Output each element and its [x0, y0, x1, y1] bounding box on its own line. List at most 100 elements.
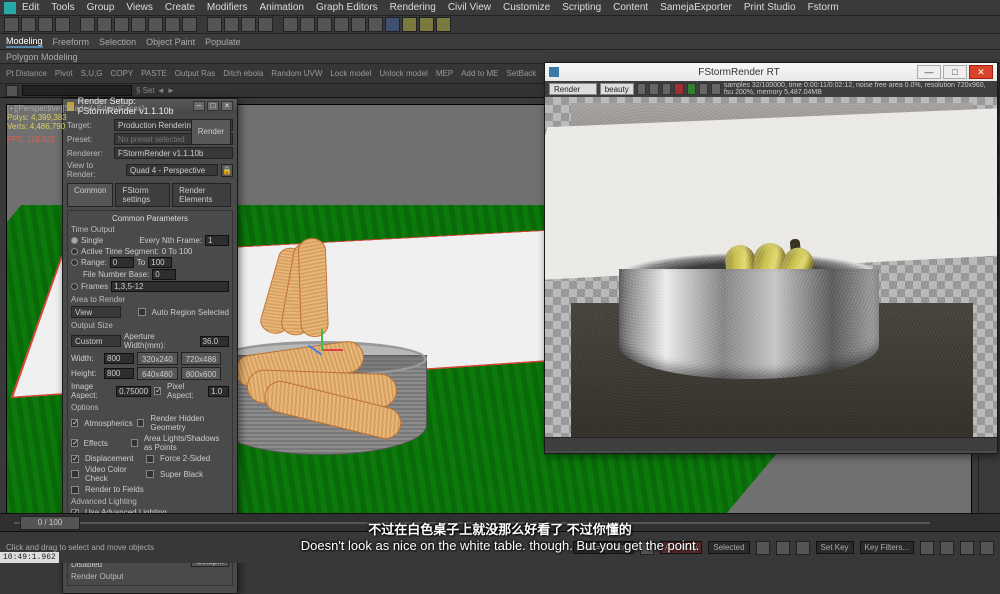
tool-selectname-icon[interactable]	[97, 17, 112, 32]
tool-renderframe-icon[interactable]	[419, 17, 434, 32]
tab-renderelements[interactable]: Render Elements	[172, 183, 231, 207]
preset-320x240[interactable]: 320x240	[137, 352, 178, 365]
ribbon-selection[interactable]: Selection	[99, 37, 136, 47]
tab-fstormsettings[interactable]: FStorm settings	[115, 183, 170, 207]
maximize-button[interactable]: □	[207, 101, 219, 111]
radio-range[interactable]	[71, 259, 78, 266]
tool-rendersetup-icon[interactable]	[402, 17, 417, 32]
vp-pan-icon[interactable]	[920, 541, 934, 555]
radio-frames[interactable]	[71, 283, 78, 290]
menu-modifiers[interactable]: Modifiers	[207, 2, 248, 13]
menu-edit[interactable]: Edit	[22, 2, 39, 13]
range-to-input[interactable]: 100	[148, 257, 172, 268]
tool-material-icon[interactable]	[385, 17, 400, 32]
opt-hiddengeom-check[interactable]	[137, 419, 144, 427]
timeline[interactable]: 0 / 100	[0, 513, 1000, 531]
preset-800x600[interactable]: 800x600	[181, 367, 222, 380]
keyfilters-button[interactable]: Key Filters...	[860, 541, 914, 554]
opt-atmospherics-check[interactable]	[71, 419, 78, 427]
render-button[interactable]: Render	[191, 119, 231, 145]
radio-active[interactable]	[71, 248, 78, 255]
fstorm-titlebar[interactable]: FStormRender RT — □ ✕	[545, 63, 997, 81]
nav-prev-icon[interactable]	[756, 541, 770, 555]
opt-arealights-check[interactable]	[131, 439, 138, 447]
outputsize-dropdown[interactable]: Custom	[71, 335, 121, 347]
opt-effects-check[interactable]	[71, 439, 78, 447]
vp-maximize-icon[interactable]	[980, 541, 994, 555]
vp-zoom-icon[interactable]	[940, 541, 954, 555]
fstorm-viewport[interactable]	[545, 97, 997, 437]
tool-mirror-icon[interactable]	[300, 17, 315, 32]
menu-scripting[interactable]: Scripting	[562, 2, 601, 13]
ribbon-objectpaint[interactable]: Object Paint	[146, 37, 195, 47]
fstorm-lock-icon[interactable]	[711, 83, 720, 95]
fstorm-minimize-button[interactable]: —	[917, 65, 941, 79]
tool-spinner-icon[interactable]	[258, 17, 273, 32]
selection-set-dropdown[interactable]	[22, 85, 132, 96]
timeline-track[interactable]	[14, 522, 930, 524]
tool-unlink-icon[interactable]	[55, 17, 70, 32]
ct-ptdistance[interactable]: Pt Distance	[6, 69, 47, 78]
ct-mep[interactable]: MEP	[436, 69, 453, 78]
nav-play-icon[interactable]	[776, 541, 790, 555]
ct-paste[interactable]: PASTE	[141, 69, 167, 78]
preset-720x486[interactable]: 720x486	[181, 352, 222, 365]
menu-semejaexporter[interactable]: SamejaExporter	[660, 2, 732, 13]
tool-move-icon[interactable]	[131, 17, 146, 32]
tool-refcoord-icon[interactable]	[182, 17, 197, 32]
aperture-input[interactable]: 36.0	[200, 336, 229, 347]
nav-next-icon[interactable]	[796, 541, 810, 555]
fstorm-copy-icon[interactable]	[649, 83, 658, 95]
fstorm-stop-icon[interactable]	[674, 83, 683, 95]
vp-orbit-icon[interactable]	[960, 541, 974, 555]
fstorm-region-icon[interactable]	[699, 83, 708, 95]
tool-redo-icon[interactable]	[21, 17, 36, 32]
tool-angle-icon[interactable]	[224, 17, 239, 32]
lock-view-button[interactable]: 🔒	[221, 164, 233, 177]
opt-superblack-check[interactable]	[146, 470, 154, 478]
ct-unlockmodel[interactable]: Unlock model	[379, 69, 427, 78]
ct-addtome[interactable]: Add to ME	[461, 69, 498, 78]
gizmo-x-axis[interactable]	[321, 349, 343, 351]
gizmo-y-axis[interactable]	[321, 329, 323, 351]
tool-layers-icon[interactable]	[334, 17, 349, 32]
close-button[interactable]: ×	[221, 101, 233, 111]
ss-icon[interactable]	[6, 85, 18, 97]
menu-views[interactable]: Views	[126, 2, 153, 13]
imageaspect-input[interactable]: 0.75000	[116, 386, 151, 397]
area-dropdown[interactable]: View	[71, 306, 121, 318]
fstorm-maximize-button[interactable]: □	[943, 65, 967, 79]
timeline-slider[interactable]: 0 / 100	[20, 516, 80, 530]
ribbon-freeform[interactable]: Freeform	[53, 37, 90, 47]
selected-dropdown[interactable]: Selected	[708, 541, 749, 554]
menu-create[interactable]: Create	[165, 2, 195, 13]
menu-group[interactable]: Group	[87, 2, 115, 13]
filenumbase-input[interactable]: 0	[152, 269, 176, 280]
tool-rotate-icon[interactable]	[148, 17, 163, 32]
menu-printstudio[interactable]: Print Studio	[744, 2, 796, 13]
tool-render-icon[interactable]	[436, 17, 451, 32]
opt-rendertofields-check[interactable]	[71, 486, 79, 494]
fstorm-mode-dropdown[interactable]: Render Image	[549, 83, 597, 95]
pixelaspect-lock[interactable]	[154, 387, 161, 395]
opt-displacement-check[interactable]	[71, 455, 79, 463]
setkey-button[interactable]: Set Key	[816, 541, 854, 554]
gizmo-z-axis[interactable]	[308, 345, 322, 356]
ct-ditch[interactable]: Ditch ebola	[223, 69, 263, 78]
autokey-button[interactable]: Auto Key	[660, 541, 702, 554]
range-from-input[interactable]: 0	[110, 257, 134, 268]
timecfg-icon[interactable]	[640, 541, 654, 555]
ct-pivot[interactable]: Pivot	[55, 69, 73, 78]
radio-single[interactable]	[71, 237, 78, 244]
fstorm-save-icon[interactable]	[637, 83, 646, 95]
opt-videocolor-check[interactable]	[71, 470, 79, 478]
fstorm-channel-dropdown[interactable]: beauty	[600, 83, 634, 95]
ribbon-modeling[interactable]: Modeling	[6, 36, 43, 48]
tool-snap-icon[interactable]	[207, 17, 222, 32]
ct-sug[interactable]: S,U,G	[81, 69, 103, 78]
tool-selrect-icon[interactable]	[114, 17, 129, 32]
fstorm-close-button[interactable]: ✕	[969, 65, 993, 79]
tool-undo-icon[interactable]	[4, 17, 19, 32]
menu-grapheditors[interactable]: Graph Editors	[316, 2, 378, 13]
tool-align-icon[interactable]	[317, 17, 332, 32]
